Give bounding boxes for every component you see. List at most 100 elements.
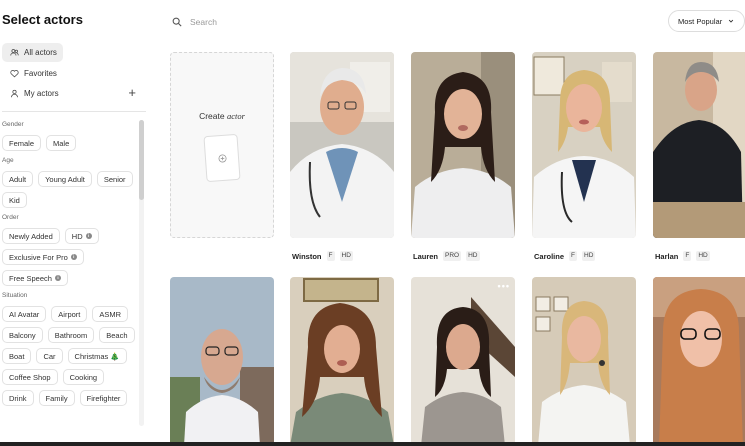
actor-caption-winston: Winston F HD	[292, 250, 353, 262]
add-circle-icon	[217, 153, 227, 163]
search-icon	[172, 17, 182, 27]
chip-hd[interactable]: HD i	[64, 228, 99, 244]
sidebar-title: Select actors	[2, 12, 83, 27]
more-options-icon[interactable]: •••	[498, 281, 510, 291]
chip-airport[interactable]: Airport	[51, 306, 88, 322]
sidebar-item-label: My actors	[24, 89, 59, 98]
search-input[interactable]	[190, 17, 490, 27]
filter-scrollbar-thumb[interactable]	[139, 120, 144, 200]
chip-balcony[interactable]: Balcony	[2, 327, 43, 343]
tag-hd: HD	[582, 251, 596, 261]
tag-hd: HD	[466, 251, 480, 261]
chip-young-adult[interactable]: Young Adult	[38, 171, 92, 187]
actor-photo	[290, 52, 394, 238]
info-icon: i	[85, 233, 92, 239]
chip-kid[interactable]: Kid	[2, 192, 27, 208]
tag-hd: HD	[696, 251, 710, 261]
filter-label-situation: Situation	[2, 292, 28, 299]
sidebar: Select actors All actors Favorites My ac…	[0, 0, 148, 446]
chip-male[interactable]: Male	[46, 135, 77, 151]
chip-asmr[interactable]: ASMR	[92, 306, 129, 322]
actor-photo	[411, 52, 515, 238]
chevron-down-icon	[728, 19, 734, 23]
sort-dropdown[interactable]: Most Popular	[668, 10, 745, 32]
create-actor-label: Create actor	[171, 111, 273, 121]
chip-free-speech[interactable]: Free Speech i	[2, 270, 68, 286]
actor-card-row2-4[interactable]	[532, 277, 636, 446]
create-label-italic: actor	[226, 111, 245, 121]
sidebar-item-label: All actors	[24, 48, 57, 57]
add-actor-button[interactable]: +	[128, 86, 136, 100]
chip-adult[interactable]: Adult	[2, 171, 34, 187]
actor-card-caroline[interactable]	[532, 52, 636, 238]
chip-family[interactable]: Family	[38, 390, 75, 406]
actor-name: Winston	[292, 251, 322, 261]
info-icon: i	[70, 254, 77, 260]
gender-chips: Female Male	[2, 135, 139, 151]
filter-panel: Gender Female Male Age Adult Young Adult…	[2, 116, 139, 446]
actor-photo	[653, 277, 745, 446]
actor-card-row2-2[interactable]	[290, 277, 394, 446]
actor-name: Caroline	[534, 251, 565, 261]
actor-card-winston[interactable]	[290, 52, 394, 238]
chip-boat[interactable]: Boat	[2, 348, 32, 364]
chip-label: Free Speech	[9, 273, 52, 283]
filter-label-order: Order	[2, 214, 19, 221]
age-chips: Adult Young Adult Senior Kid	[2, 171, 139, 208]
situation-chips: AI Avatar Airport ASMR Balcony Bathroom …	[2, 306, 139, 406]
chip-newly-added[interactable]: Newly Added	[2, 228, 60, 244]
sidebar-item-all-actors[interactable]: All actors	[2, 43, 63, 62]
actor-photo	[411, 277, 515, 446]
tag-free: F	[326, 251, 335, 261]
info-icon: i	[54, 275, 61, 281]
actor-photo	[290, 277, 394, 446]
chip-label: Exclusive For Pro	[9, 252, 68, 262]
actor-card-lauren[interactable]	[411, 52, 515, 238]
chip-christmas[interactable]: Christmas 🎄	[67, 348, 127, 364]
chip-firefighter[interactable]: Firefighter	[79, 390, 128, 406]
actor-caption-caroline: Caroline F HD	[534, 250, 596, 262]
create-actor-card[interactable]: Create actor	[170, 52, 274, 238]
heart-icon	[9, 68, 19, 78]
sidebar-item-label: Favorites	[24, 68, 57, 78]
chip-coffee-shop[interactable]: Coffee Shop	[2, 369, 58, 385]
search-bar	[172, 14, 490, 30]
filter-label-gender: Gender	[2, 121, 24, 128]
person-icon	[9, 89, 19, 99]
chip-senior[interactable]: Senior	[96, 171, 133, 187]
bottom-edge	[0, 442, 745, 446]
chip-exclusive-for-pro[interactable]: Exclusive For Pro i	[2, 249, 84, 265]
chip-cooking[interactable]: Cooking	[62, 369, 105, 385]
actor-caption-harlan: Harlan F HD	[655, 250, 710, 262]
sidebar-divider	[2, 111, 146, 112]
tag-free: F	[569, 251, 577, 261]
actor-card-row2-5[interactable]	[653, 277, 745, 446]
sidebar-nav: All actors Favorites My actors +	[2, 43, 146, 105]
actor-name: Harlan	[655, 251, 679, 261]
chip-female[interactable]: Female	[2, 135, 42, 151]
order-chips: Newly Added HD i Exclusive For Pro i Free …	[2, 228, 139, 286]
create-label-prefix: Create	[199, 111, 227, 121]
actor-name: Lauren	[413, 251, 439, 261]
create-actor-upload[interactable]	[203, 133, 241, 183]
actor-card-row2-3[interactable]: •••	[411, 277, 515, 446]
actor-photo	[532, 52, 636, 238]
tag-pro: PRO	[443, 251, 462, 261]
chip-car[interactable]: Car	[36, 348, 63, 364]
tag-hd: HD	[339, 251, 353, 261]
sidebar-item-my-actors[interactable]: My actors +	[2, 84, 146, 103]
filter-label-age: Age	[2, 157, 14, 164]
actor-photo	[170, 277, 274, 446]
sidebar-item-favorites[interactable]: Favorites	[2, 64, 146, 83]
chip-drink[interactable]: Drink	[2, 390, 34, 406]
chip-bathroom[interactable]: Bathroom	[47, 327, 95, 343]
chip-ai-avatar[interactable]: AI Avatar	[2, 306, 47, 322]
sort-label: Most Popular	[678, 16, 723, 26]
actor-card-row2-1[interactable]	[170, 277, 274, 446]
actor-caption-lauren: Lauren PRO HD	[413, 250, 480, 262]
tag-free: F	[683, 251, 692, 261]
chip-beach[interactable]: Beach	[99, 327, 135, 343]
actor-photo	[532, 277, 636, 446]
chip-label: HD	[71, 231, 83, 241]
actor-card-harlan[interactable]	[653, 52, 745, 238]
